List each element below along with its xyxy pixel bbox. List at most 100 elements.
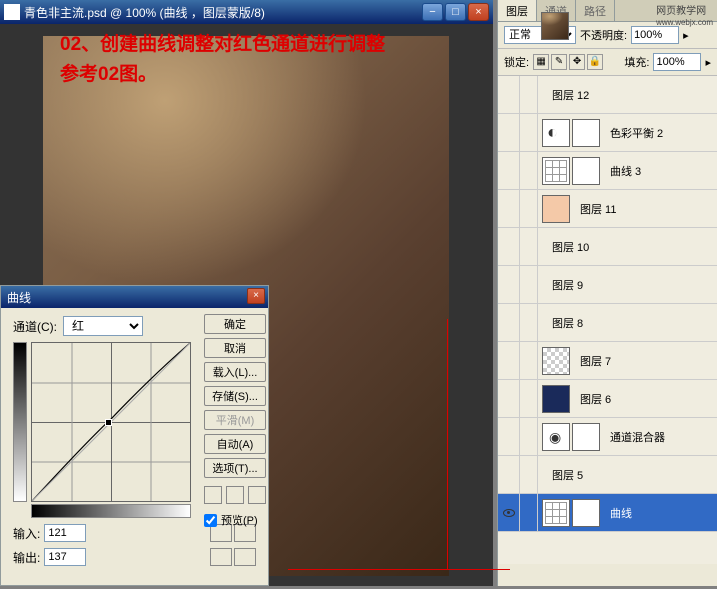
- layer-mask-thumb[interactable]: [572, 499, 600, 527]
- auto-button[interactable]: 自动(A): [204, 434, 266, 454]
- tab-layers[interactable]: 图层: [498, 0, 537, 21]
- options-button[interactable]: 选项(T)...: [204, 458, 266, 478]
- layer-mask-thumb[interactable]: [572, 423, 600, 451]
- gray-point-eyedropper[interactable]: [226, 486, 244, 504]
- tab-paths[interactable]: 路径: [576, 0, 615, 21]
- link-column[interactable]: [520, 342, 538, 379]
- grid-small-button[interactable]: [210, 548, 232, 566]
- layer-row[interactable]: 图层 5: [498, 456, 717, 494]
- link-column[interactable]: [520, 418, 538, 455]
- load-button[interactable]: 载入(L)...: [204, 362, 266, 382]
- annotation-line2: 参考02图。: [60, 60, 385, 90]
- layer-row[interactable]: 图层 10: [498, 228, 717, 266]
- visibility-toggle[interactable]: [498, 228, 520, 265]
- curves-titlebar[interactable]: 曲线 ×: [1, 286, 268, 308]
- visibility-toggle[interactable]: [498, 380, 520, 417]
- layer-name-label[interactable]: 图层 10: [546, 239, 717, 255]
- visibility-toggle[interactable]: [498, 418, 520, 455]
- link-column[interactable]: [520, 76, 538, 113]
- link-column[interactable]: [520, 266, 538, 303]
- layers-list: 图层 12 色彩平衡 2 曲线 3 图层 11 图层 10 图层 9 图层 8 图层 7 图层 …: [498, 76, 717, 564]
- layer-name-label[interactable]: 图层 9: [546, 277, 717, 293]
- channel-select[interactable]: 红: [63, 316, 143, 336]
- curves-close-button[interactable]: ×: [247, 288, 265, 304]
- grid-large-button[interactable]: [234, 548, 256, 566]
- visibility-toggle[interactable]: [498, 266, 520, 303]
- link-column[interactable]: [520, 152, 538, 189]
- preview-checkbox[interactable]: [204, 514, 217, 527]
- layer-name-label[interactable]: 曲线 3: [604, 163, 717, 179]
- layer-row[interactable]: 图层 8: [498, 304, 717, 342]
- link-column[interactable]: [520, 380, 538, 417]
- layer-mask-thumb[interactable]: [572, 119, 600, 147]
- lock-paint-icon[interactable]: ✎: [551, 54, 567, 70]
- curve-point[interactable]: [105, 419, 112, 426]
- layer-name-label[interactable]: 图层 8: [546, 315, 717, 331]
- output-gradient: [13, 342, 27, 502]
- black-point-eyedropper[interactable]: [204, 486, 222, 504]
- close-button[interactable]: ×: [468, 3, 489, 21]
- curve-grid[interactable]: [31, 342, 191, 502]
- layer-row[interactable]: 图层 9: [498, 266, 717, 304]
- layer-thumb[interactable]: [542, 195, 570, 223]
- annotation-text: 02、创建曲线调整对红色通道进行调整 参考02图。: [60, 30, 385, 91]
- input-label: 输入:: [13, 525, 40, 542]
- cancel-button[interactable]: 取消: [204, 338, 266, 358]
- minimize-button[interactable]: −: [422, 3, 443, 21]
- input-field[interactable]: [44, 524, 86, 542]
- layer-name-label[interactable]: 曲线: [604, 505, 717, 521]
- link-column[interactable]: [520, 456, 538, 493]
- ok-button[interactable]: 确定: [204, 314, 266, 334]
- opacity-input[interactable]: [631, 26, 679, 44]
- layer-row[interactable]: 图层 11: [498, 190, 717, 228]
- visibility-toggle[interactable]: [498, 494, 520, 531]
- layer-row[interactable]: 色彩平衡 2: [498, 114, 717, 152]
- layer-name-label[interactable]: 图层 6: [574, 391, 717, 407]
- curves-dialog: 曲线 × 通道(C): 红 输入:: [0, 285, 269, 586]
- layer-thumb[interactable]: [542, 385, 570, 413]
- layer-row[interactable]: 曲线 3: [498, 152, 717, 190]
- layer-name-label[interactable]: 图层 12: [546, 87, 717, 103]
- layer-name-label[interactable]: 图层 11: [574, 201, 717, 217]
- layer-row[interactable]: 图层 6: [498, 380, 717, 418]
- layer-thumbnails: [538, 473, 546, 477]
- layer-name-label[interactable]: 图层 7: [574, 353, 717, 369]
- layers-panel: 图层 通道 路径 网页教学网www.webjx.com 正常 不透明度: ▸ 锁…: [497, 0, 717, 586]
- link-column[interactable]: [520, 304, 538, 341]
- white-point-eyedropper[interactable]: [248, 486, 266, 504]
- lock-all-icon[interactable]: 🔒: [587, 54, 603, 70]
- balance-adjustment-icon: [542, 119, 570, 147]
- preview-checkbox-row[interactable]: 预览(P): [204, 512, 266, 528]
- layer-name-label[interactable]: 色彩平衡 2: [604, 125, 717, 141]
- output-field[interactable]: [44, 548, 86, 566]
- link-column[interactable]: [520, 228, 538, 265]
- fill-input[interactable]: [653, 53, 701, 71]
- save-button[interactable]: 存储(S)...: [204, 386, 266, 406]
- layer-name-label[interactable]: 图层 5: [546, 467, 717, 483]
- layer-row[interactable]: 图层 12: [498, 76, 717, 114]
- channel-label: 通道(C):: [13, 318, 57, 335]
- layer-name-label[interactable]: 通道混合器: [604, 429, 717, 445]
- visibility-toggle[interactable]: [498, 114, 520, 151]
- layer-row[interactable]: 通道混合器: [498, 418, 717, 456]
- chevron-down-icon[interactable]: ▸: [705, 56, 711, 69]
- maximize-button[interactable]: □: [445, 3, 466, 21]
- visibility-toggle[interactable]: [498, 152, 520, 189]
- visibility-toggle[interactable]: [498, 342, 520, 379]
- visibility-toggle[interactable]: [498, 190, 520, 227]
- layer-row[interactable]: 图层 7: [498, 342, 717, 380]
- layer-row[interactable]: 曲线: [498, 494, 717, 532]
- link-column[interactable]: [520, 114, 538, 151]
- link-column[interactable]: [520, 190, 538, 227]
- layer-thumb[interactable]: [542, 347, 570, 375]
- visibility-toggle[interactable]: [498, 304, 520, 341]
- visibility-toggle[interactable]: [498, 76, 520, 113]
- lock-transparency-icon[interactable]: ▦: [533, 54, 549, 70]
- link-column[interactable]: [520, 494, 538, 531]
- visibility-toggle[interactable]: [498, 456, 520, 493]
- layer-mask-thumb[interactable]: [572, 157, 600, 185]
- chevron-down-icon[interactable]: ▸: [683, 29, 689, 42]
- guide-line-h: [288, 569, 510, 570]
- output-label: 输出:: [13, 549, 40, 566]
- lock-position-icon[interactable]: ✥: [569, 54, 585, 70]
